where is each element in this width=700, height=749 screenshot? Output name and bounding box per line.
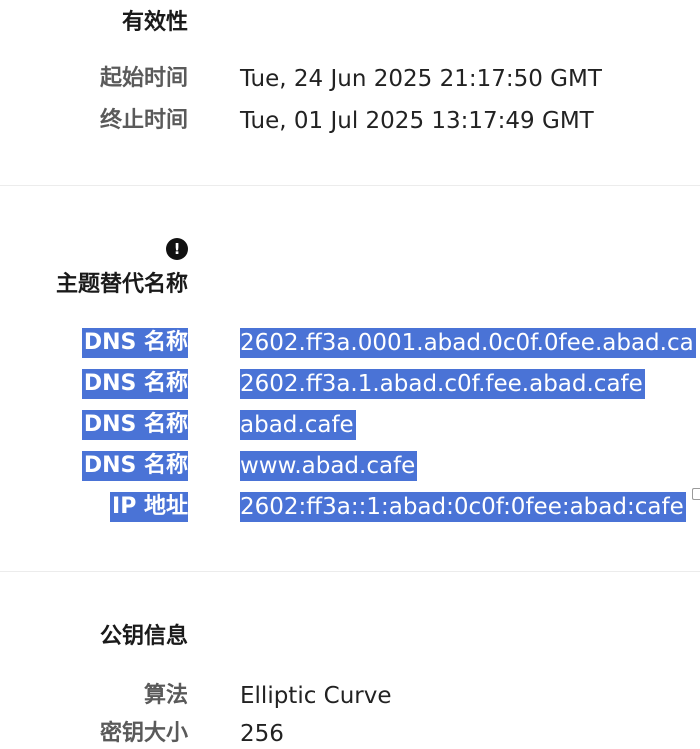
field-value[interactable]: 2602:ff3a::1:abad:0c0f:0fee:abad:cafe [240,492,686,522]
field-value[interactable]: abad.cafe [240,410,356,440]
san-dns-row: DNS 名称 www.abad.cafe [0,451,700,481]
copy-icon[interactable] [692,488,700,500]
field-label: DNS 名称 [81,451,188,481]
field-value[interactable]: Tue, 24 Jun 2025 21:17:50 GMT [240,64,602,94]
exclamation-circle-icon: ! [166,238,188,260]
san-dns-row: DNS 名称 2602.ff3a.1.abad.c0f.fee.abad.caf… [0,369,700,399]
field-label: DNS 名称 [81,369,188,399]
field-label: IP 地址 [110,492,188,522]
validity-end-row: 终止时间 Tue, 01 Jul 2025 13:17:49 GMT [0,106,700,136]
san-section-title: 主题替代名称 [55,272,188,297]
validity-section-title: 有效性 [121,10,188,35]
field-label: 起始时间 [99,66,188,91]
field-label: DNS 名称 [81,328,188,358]
section-divider [0,571,700,572]
field-value[interactable]: 2602.ff3a.0001.abad.0c0f.0fee.abad.ca [240,328,696,358]
field-value[interactable]: Elliptic Curve [240,681,392,711]
san-dns-row: DNS 名称 abad.cafe [0,410,700,440]
public-key-algorithm-row: 算法 Elliptic Curve [0,681,700,711]
validity-start-row: 起始时间 Tue, 24 Jun 2025 21:17:50 GMT [0,64,700,94]
field-value[interactable]: Tue, 01 Jul 2025 13:17:49 GMT [240,106,594,136]
san-dns-row: DNS 名称 2602.ff3a.0001.abad.0c0f.0fee.aba… [0,328,700,358]
field-value[interactable]: 256 [240,719,284,749]
field-label: DNS 名称 [81,410,188,440]
san-ip-row: IP 地址 2602:ff3a::1:abad:0c0f:0fee:abad:c… [0,492,700,522]
field-value[interactable]: www.abad.cafe [240,451,418,481]
public-key-size-row: 密钥大小 256 [0,719,700,749]
public-key-section-title: 公钥信息 [99,624,188,649]
field-label: 终止时间 [99,108,188,133]
field-value[interactable]: 2602.ff3a.1.abad.c0f.fee.abad.cafe [240,369,645,399]
section-divider [0,185,700,186]
field-label: 密钥大小 [99,721,188,746]
field-label: 算法 [143,683,188,708]
